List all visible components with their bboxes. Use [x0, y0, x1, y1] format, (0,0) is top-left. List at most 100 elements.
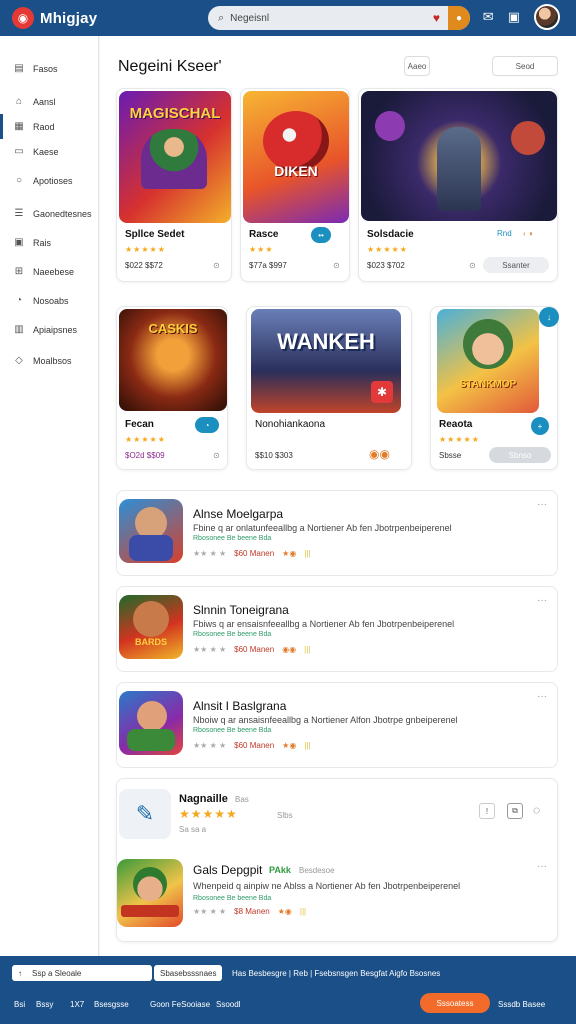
- sidebar-item-8[interactable]: ◔ Nosoabs: [0, 288, 98, 313]
- character-art: [121, 905, 179, 917]
- mic-icon: ◔: [15, 295, 23, 306]
- card-stars: ★★★★★: [125, 435, 166, 444]
- thumbnail-art-text: CASKIS: [148, 321, 198, 336]
- review-title: Nagnaille: [179, 793, 228, 805]
- game-thumbnail: [361, 91, 557, 221]
- footer-link[interactable]: Bsi: [14, 1000, 25, 1009]
- avatar[interactable]: [534, 4, 560, 30]
- info-icon[interactable]: ⊙: [333, 261, 340, 270]
- more-options-icon[interactable]: ···: [537, 595, 547, 606]
- sidebar-item-1[interactable]: ⌂ Aansl: [0, 89, 98, 114]
- character-art: [137, 701, 167, 731]
- more-options-icon[interactable]: ···: [537, 499, 547, 510]
- game-thumbnail: [119, 499, 183, 563]
- game-thumbnail: [117, 859, 183, 927]
- copy-icon[interactable]: ⧉: [507, 803, 523, 819]
- featured-card[interactable]: CASKIS Fecan ★★★★★ $O2d $$09 ◔ ⊙: [116, 306, 228, 470]
- list-item-meta: ★★ ★ ★ $60 Manen ★◉ |||: [193, 549, 311, 558]
- more-options-icon[interactable]: ···: [537, 861, 547, 872]
- filter-chip[interactable]: Seod: [492, 56, 558, 76]
- list-item-meta: ★★ ★ ★ $60 Manen ★◉ |||: [193, 741, 311, 750]
- tag-icon: ◇: [15, 355, 23, 366]
- list-item-tags: Rbosonee Be beene Bda: [193, 535, 272, 542]
- card-price: $023 $702: [367, 261, 405, 270]
- review-item-tag: Besdesoe: [299, 866, 335, 875]
- search-input[interactable]: [230, 12, 411, 24]
- featured-card[interactable]: DIKEN Rasce ★★★ $77a $997 •• ⊙: [240, 88, 350, 282]
- game-thumbnail: BARDS: [119, 595, 183, 659]
- card-title: Fecan: [125, 419, 154, 430]
- list-item-description: Fbine q ar onlatunfeeallbg a Nortiener A…: [193, 523, 452, 533]
- bottom-input-2[interactable]: Sbasebsssnaes: [154, 965, 222, 981]
- comment-icon[interactable]: ◌: [533, 803, 540, 817]
- character-art: [375, 111, 405, 141]
- list-item-description: Fbiws q ar ensaisnfeeallbg a Nortiener A…: [193, 619, 455, 629]
- price-label: $60 Manen: [234, 645, 275, 654]
- footer-link[interactable]: Bsesgsse: [94, 1000, 129, 1009]
- list-item[interactable]: BARDS Slnnin Toneigrana Fbiws q ar ensai…: [116, 586, 558, 672]
- sidebar-item-7[interactable]: ⊞ Naeebese: [0, 259, 98, 284]
- character-art: [263, 111, 329, 171]
- list-item[interactable]: Alnse Moelgarpa Fbine q ar onlatunfeeall…: [116, 490, 558, 576]
- bottom-input-1[interactable]: ↑ Ssp a Sleoale: [12, 965, 152, 981]
- list-item[interactable]: Alnsit I Baslgrana Nboiw q ar ansaisnfee…: [116, 682, 558, 768]
- image-icon: ▣: [14, 237, 24, 248]
- info-icon[interactable]: ⊙: [213, 451, 220, 460]
- footer-link[interactable]: 1X7: [70, 1000, 84, 1009]
- store-icon: ▦: [14, 121, 24, 132]
- footer-link[interactable]: Sssdb Basee: [498, 1000, 545, 1009]
- footer-link[interactable]: Bssy: [36, 1000, 53, 1009]
- featured-card-large[interactable]: Solsdacie ★★★★★ $023 $702 Rnd ‹ ◑ ⊙ Ssan…: [358, 88, 558, 282]
- sort-chip[interactable]: Aaeo: [404, 56, 430, 76]
- game-thumbnail: DIKEN: [243, 91, 349, 223]
- footer-link[interactable]: Ssoodl: [216, 1000, 240, 1009]
- download-icon[interactable]: ↓: [539, 307, 559, 327]
- review-item-tags: Rbosonee Be beene Bda: [193, 895, 272, 902]
- footer-link[interactable]: Goon FeSooiase: [150, 1000, 210, 1009]
- list-item-title: Alnsit I Baslgrana: [193, 699, 287, 713]
- apps-icon: ⊞: [14, 266, 24, 277]
- favorite-icon[interactable]: ♥: [433, 11, 440, 25]
- logo-icon: ◉: [12, 7, 34, 29]
- featured-card[interactable]: MAGISCHAL Spllce Sedet ★★★★★ $022 $$72 ⊙: [116, 88, 232, 282]
- pen-icon: ✎: [119, 789, 171, 839]
- review-section: ✎ Nagnaille Bas ★★★★★ Slbs Sa sa a ! ⧉ ◌…: [116, 778, 558, 942]
- bottom-bar: ↑ Ssp a Sleoale Sbasebsssnaes Has Besbesg…: [0, 956, 576, 1024]
- flag-icon[interactable]: !: [479, 803, 495, 819]
- card-title: Solsdacie: [367, 229, 414, 240]
- sidebar-item-0[interactable]: ▤ Fasos: [0, 56, 98, 81]
- share-icon[interactable]: ‹ ◑: [523, 229, 533, 238]
- bottom-links[interactable]: Has Besbesgre | Reb | Fsebsnsgen Besgfat…: [232, 969, 440, 978]
- sidebar-item-2[interactable]: ▦ Raod: [0, 114, 98, 139]
- card-stars: ★★★★★: [125, 245, 166, 254]
- filter-button[interactable]: ●: [448, 6, 470, 30]
- sidebar-item-5[interactable]: ☰ Gaonedtesnes: [0, 201, 98, 226]
- card-action-button[interactable]: Ssanter: [483, 257, 549, 273]
- list-item-title: Alnse Moelgarpa: [193, 507, 284, 521]
- review-item-description: Whenpeid q ainpiw ne Ablss a Nortiener A…: [193, 881, 461, 891]
- card-action-button[interactable]: Sbnso: [489, 447, 551, 463]
- featured-card[interactable]: STANKMOP ↓ Reaota ★★★★★ Sbsse + Sbnso: [430, 306, 559, 470]
- featured-card[interactable]: WANKEH ✱ Nonohiankaona $$10 $303 ◉◉: [246, 306, 412, 470]
- add-icon[interactable]: +: [531, 417, 549, 435]
- messages-icon[interactable]: ✉: [483, 9, 494, 25]
- game-thumbnail: [119, 691, 183, 755]
- sidebar-item-6[interactable]: ▣ Rais: [0, 230, 98, 255]
- bars-icon: |||: [304, 741, 311, 750]
- card-price: $$10 $303: [255, 451, 293, 460]
- app-logo[interactable]: ◉ Mhigjay: [12, 7, 97, 29]
- info-icon[interactable]: ⊙: [213, 261, 220, 270]
- more-options-icon[interactable]: ···: [537, 691, 547, 702]
- sidebar-item-9[interactable]: ▥ Apiaipsnes: [0, 317, 98, 342]
- home-icon: ⌂: [15, 96, 23, 107]
- cta-button[interactable]: Sssoatess: [420, 993, 490, 1013]
- sidebar-item-3[interactable]: ▭ Kaese: [0, 139, 98, 164]
- bell-icon: ○: [15, 175, 23, 186]
- settings-icon[interactable]: ▣: [508, 9, 520, 25]
- info-icon[interactable]: ⊙: [469, 261, 476, 270]
- sidebar-item-10[interactable]: ◇ Moalbsos: [0, 348, 98, 373]
- rating-stars: ★★ ★ ★: [193, 645, 227, 654]
- sidebar-item-4[interactable]: ○ Apotioses: [0, 168, 98, 193]
- install-icon[interactable]: ◔: [195, 417, 219, 433]
- install-icon[interactable]: ••: [311, 227, 331, 243]
